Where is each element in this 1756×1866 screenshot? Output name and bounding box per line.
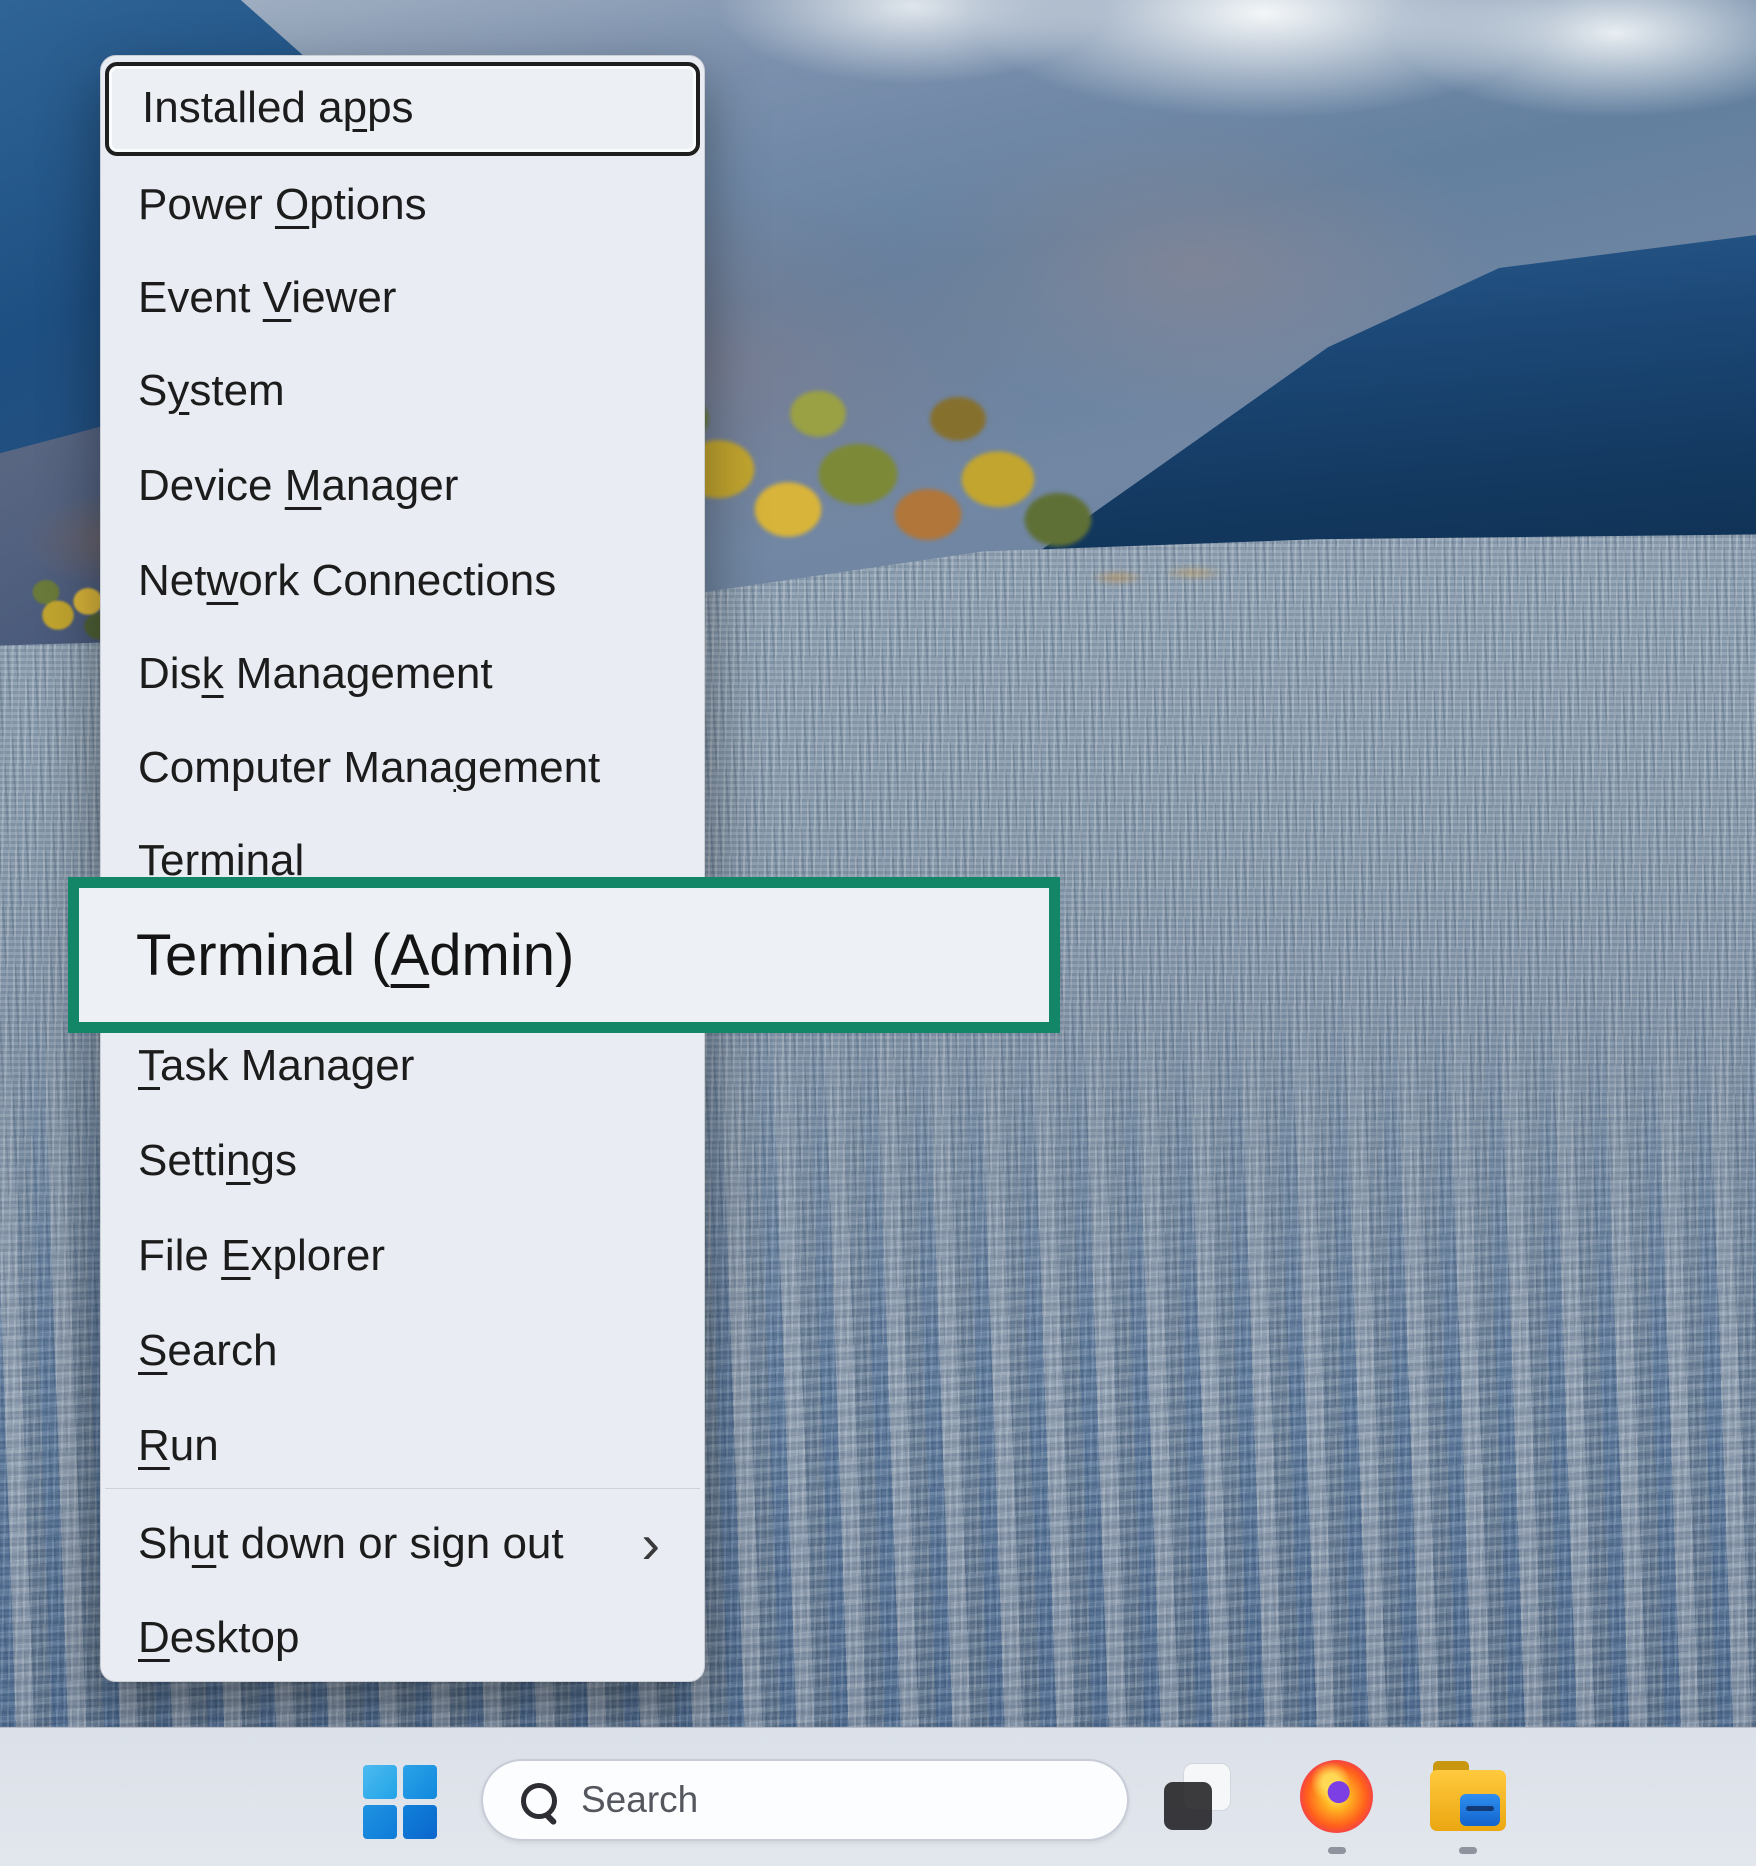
- accelerator-letter: T: [138, 1041, 160, 1090]
- windows-logo-pane: [403, 1805, 437, 1839]
- menu-item-label: esktop: [170, 1613, 300, 1662]
- menu-item-device-manager[interactable]: Device Manager: [105, 439, 700, 533]
- firefox-running-indicator: [1328, 1847, 1346, 1854]
- firefox-icon[interactable]: [1300, 1760, 1373, 1833]
- menu-item-task-manager[interactable]: Task Manager: [105, 1019, 700, 1113]
- accelerator-letter: w: [206, 556, 238, 605]
- menu-item-label: Management: [224, 649, 493, 698]
- windows-start-button[interactable]: [363, 1765, 437, 1839]
- windows-logo-pane: [363, 1765, 397, 1799]
- menu-item-label: Power: [138, 180, 275, 229]
- accelerator-letter: k: [202, 649, 224, 698]
- windows-logo-pane: [403, 1765, 437, 1799]
- menu-item-power-options[interactable]: Power Options: [105, 158, 700, 252]
- search-icon: [521, 1783, 555, 1817]
- accelerator-letter: g: [453, 743, 477, 792]
- menu-item-label: File: [138, 1231, 221, 1280]
- menu-item-label: Installed a: [142, 83, 343, 132]
- menu-item-search[interactable]: Search: [105, 1304, 700, 1398]
- menu-item-label: Setti: [138, 1136, 226, 1185]
- menu-item-settings[interactable]: Settings: [105, 1114, 700, 1208]
- menu-item-label: Net: [138, 556, 206, 605]
- menu-item-shut-down-or-sign-out[interactable]: Shut down or sign out ›: [105, 1497, 700, 1591]
- accelerator-letter: p: [343, 83, 367, 132]
- windows-logo-pane: [363, 1805, 397, 1839]
- task-view-front-window: [1164, 1782, 1212, 1830]
- menu-item-label: Dis: [138, 649, 202, 698]
- file-explorer-running-indicator: [1459, 1847, 1477, 1854]
- accelerator-letter: S: [138, 1326, 167, 1375]
- accelerator-letter: u: [192, 1519, 216, 1568]
- menu-item-label: ps: [367, 83, 413, 132]
- annotation-highlight-terminal-admin[interactable]: Terminal (Admin): [68, 877, 1060, 1033]
- menu-item-file-explorer[interactable]: File Explorer: [105, 1209, 700, 1303]
- accelerator-letter: D: [138, 1613, 170, 1662]
- menu-item-label: dmin): [429, 922, 574, 989]
- menu-item-network-connections[interactable]: Network Connections: [105, 534, 700, 628]
- accelerator-letter: R: [138, 1421, 170, 1470]
- menu-item-system[interactable]: System: [105, 344, 700, 438]
- menu-item-label: Sh: [138, 1519, 192, 1568]
- accelerator-letter: E: [221, 1231, 250, 1280]
- menu-item-label: ork Connections: [238, 556, 556, 605]
- menu-item-event-viewer[interactable]: Event Viewer: [105, 251, 700, 345]
- taskbar-search-box[interactable]: Search: [481, 1759, 1129, 1841]
- menu-item-label: earch: [167, 1326, 277, 1375]
- menu-item-label: Computer Mana: [138, 743, 453, 792]
- folder-pocket: [1460, 1794, 1500, 1826]
- menu-item-computer-management[interactable]: Computer Management: [105, 721, 700, 815]
- menu-item-label: anager: [321, 461, 458, 510]
- desktop-screen: Installed apps Power Options Event Viewe…: [0, 0, 1756, 1866]
- submenu-chevron-icon: ›: [641, 1516, 660, 1572]
- menu-separator: [105, 1488, 700, 1489]
- menu-item-label: gs: [251, 1136, 297, 1185]
- accelerator-letter: M: [285, 461, 322, 510]
- accelerator-letter: A: [391, 922, 430, 989]
- accelerator-letter: V: [263, 273, 292, 322]
- menu-item-desktop[interactable]: Desktop: [105, 1591, 700, 1685]
- winx-context-menu: Installed apps Power Options Event Viewe…: [100, 55, 705, 1682]
- wallpaper-tree-reflection: [1070, 555, 1260, 600]
- menu-item-label: ement: [478, 743, 600, 792]
- menu-item-label: Device: [138, 461, 285, 510]
- menu-item-disk-management[interactable]: Disk Management: [105, 627, 700, 721]
- file-explorer-icon[interactable]: [1430, 1761, 1506, 1831]
- menu-item-label: iewer: [291, 273, 396, 322]
- menu-item-label: t down or sign out: [216, 1519, 563, 1568]
- menu-item-label: Terminal (: [136, 922, 391, 989]
- accelerator-letter: y: [167, 366, 189, 415]
- menu-item-label: ptions: [309, 180, 426, 229]
- menu-item-installed-apps[interactable]: Installed apps: [105, 62, 700, 156]
- menu-item-label: un: [170, 1421, 219, 1470]
- menu-item-label: Event: [138, 273, 263, 322]
- accelerator-letter: O: [275, 180, 309, 229]
- taskbar: Search: [0, 1727, 1756, 1866]
- search-placeholder-text: Search: [581, 1779, 698, 1821]
- menu-item-run[interactable]: Run: [105, 1399, 700, 1493]
- task-view-button[interactable]: [1164, 1764, 1230, 1830]
- accelerator-letter: n: [226, 1136, 250, 1185]
- menu-item-label: stem: [189, 366, 284, 415]
- menu-item-label: S: [138, 366, 167, 415]
- menu-item-label: ask Manager: [160, 1041, 414, 1090]
- menu-item-label: xplorer: [250, 1231, 385, 1280]
